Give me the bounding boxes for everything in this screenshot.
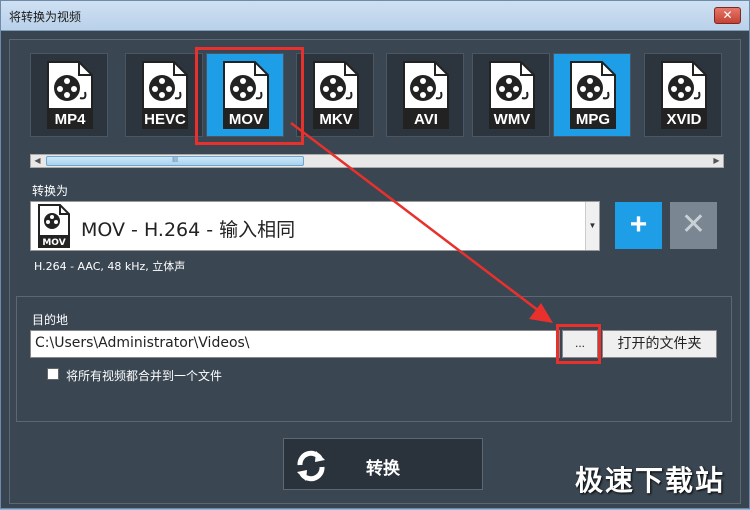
annotation-arrow-icon [290,122,553,323]
convert-window: 将转换为视频 ✕ MP4 HEVC MOV MKV AVI WMV MPG XVID ◀ II… [0,0,750,509]
watermark: 极速下载站 [575,464,726,497]
